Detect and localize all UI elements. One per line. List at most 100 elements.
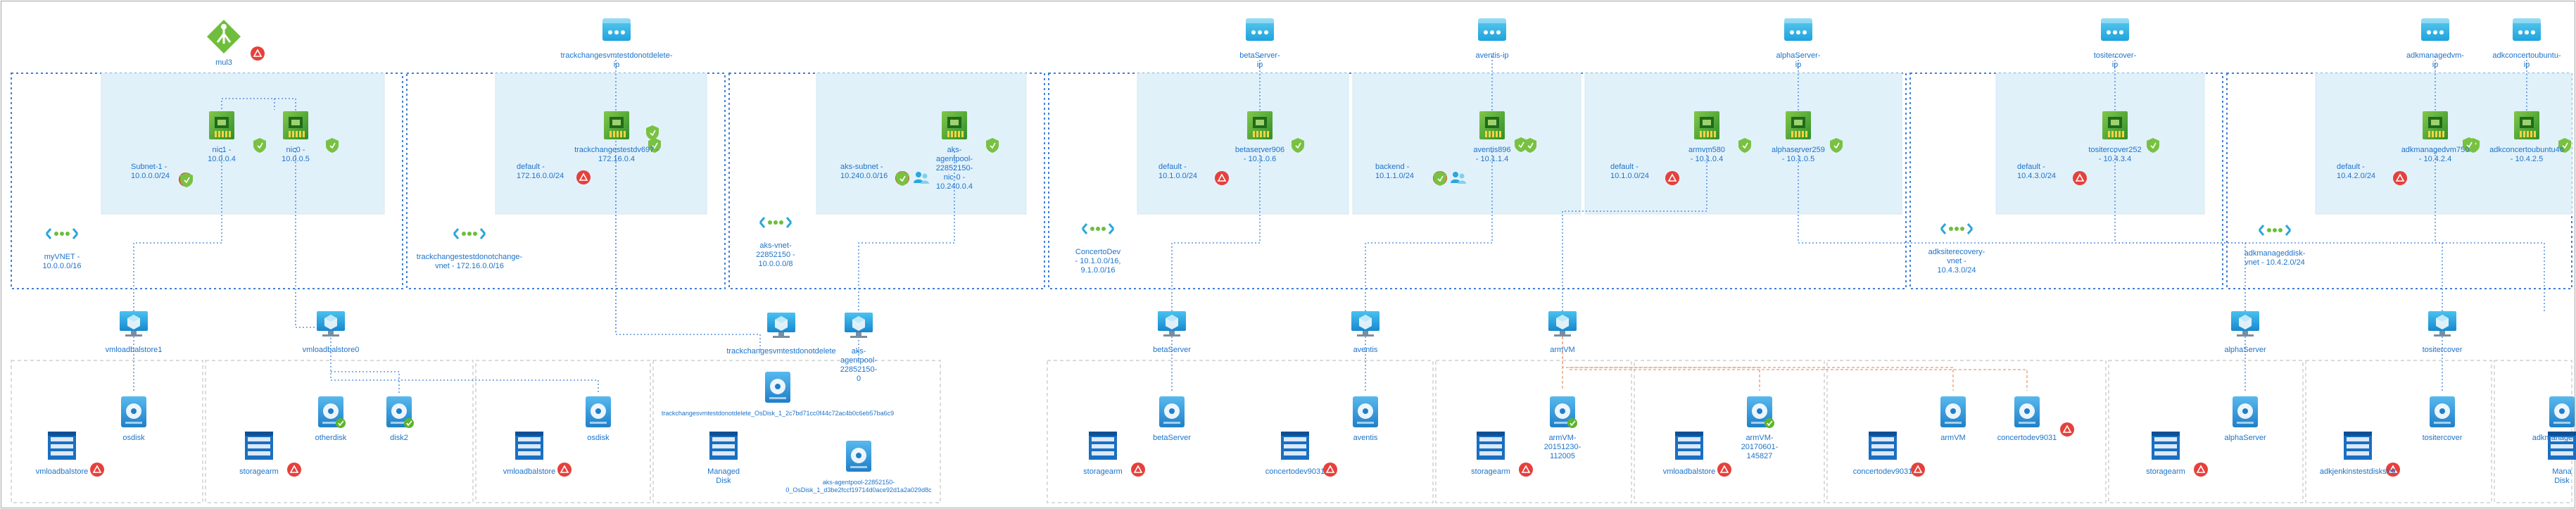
label-line: aks-subnet - <box>840 163 883 171</box>
label-line: Disk <box>716 477 731 485</box>
public-ip-icon[interactable] <box>1246 18 1274 41</box>
alert-icon[interactable] <box>2194 463 2208 477</box>
network-interface-icon[interactable] <box>1694 111 1719 139</box>
alert-icon[interactable] <box>557 463 572 477</box>
network-interface-icon[interactable] <box>942 111 967 139</box>
alert-icon[interactable] <box>1215 171 1229 185</box>
managed-disk-icon[interactable] <box>1353 396 1378 427</box>
network-interface-icon[interactable] <box>2514 111 2539 139</box>
subnet-box <box>1995 73 2205 215</box>
alert-icon[interactable] <box>2060 422 2074 436</box>
label-line: default - <box>1158 163 1187 171</box>
network-interface-icon[interactable] <box>283 111 308 139</box>
virtual-machine-icon[interactable] <box>2428 311 2456 337</box>
virtual-network-icon[interactable] <box>45 228 79 239</box>
virtual-machine-icon[interactable] <box>2231 311 2259 337</box>
group-box <box>1435 360 1632 503</box>
virtual-machine-icon[interactable] <box>1351 311 1379 337</box>
healthy-check-icon[interactable] <box>1764 418 1774 428</box>
storage-account-icon[interactable] <box>1281 432 1309 460</box>
alert-icon[interactable] <box>1717 463 1731 477</box>
virtual-network-icon[interactable] <box>1940 223 1974 234</box>
group-box <box>2305 360 2492 503</box>
storage-account-icon[interactable] <box>2152 432 2180 460</box>
disk-label: armVM-20151230-112005 <box>1544 434 1581 460</box>
public-ip-icon[interactable] <box>2513 18 2541 41</box>
load-balancer-icon[interactable] <box>207 20 241 54</box>
managed-disk-icon[interactable] <box>2549 396 2575 427</box>
storage-account-icon[interactable] <box>515 432 543 460</box>
label-line: - 10.4.2.4 <box>2419 155 2451 163</box>
virtual-machine-icon[interactable] <box>1158 311 1186 337</box>
storage-account-icon[interactable] <box>1869 432 1897 460</box>
disk-label: armVM <box>1940 434 1965 442</box>
storage-account-icon[interactable] <box>1089 432 1117 460</box>
label-line: - 10.4.2.5 <box>2511 155 2543 163</box>
alert-icon[interactable] <box>1323 463 1337 477</box>
top-node-label: adkmanagedvm-ip <box>2406 51 2464 69</box>
managed-disk-icon[interactable] <box>765 372 790 403</box>
storage-account-icon[interactable] <box>709 432 738 460</box>
virtual-machine-icon[interactable] <box>845 313 873 338</box>
label-line: storagearm <box>1083 467 1123 476</box>
healthy-check-icon[interactable] <box>404 418 414 428</box>
network-interface-icon[interactable] <box>1479 111 1505 139</box>
alert-icon[interactable] <box>2393 171 2407 185</box>
alert-icon[interactable] <box>1131 463 1145 477</box>
label-line: 10.0.0.0/24 <box>131 172 170 180</box>
managed-disk-icon[interactable] <box>846 441 871 472</box>
virtual-network-icon[interactable] <box>2258 225 2292 236</box>
storage-account-icon[interactable] <box>245 432 273 460</box>
public-ip-icon[interactable] <box>1478 18 1506 41</box>
alert-icon[interactable] <box>576 170 591 184</box>
virtual-machine-icon[interactable] <box>1548 311 1577 337</box>
storage-account-icon[interactable] <box>1675 432 1703 460</box>
label-line: 10.0.0.4 <box>208 155 236 163</box>
connector <box>1570 367 1760 391</box>
network-interface-icon[interactable] <box>2102 111 2128 139</box>
vm-label: vmloadbalstore0 <box>303 346 360 354</box>
managed-disk-icon[interactable] <box>1159 396 1185 427</box>
public-ip-icon[interactable] <box>2421 18 2449 41</box>
label-line: default - <box>517 163 545 171</box>
storage-account-icon[interactable] <box>2344 432 2372 460</box>
network-interface-icon[interactable] <box>1786 111 1811 139</box>
network-interface-icon[interactable] <box>604 111 629 139</box>
alert-icon[interactable] <box>90 463 104 477</box>
alert-icon[interactable] <box>287 463 301 477</box>
label-line: 112005 <box>1550 452 1575 460</box>
network-interface-icon[interactable] <box>1247 111 1273 139</box>
label-line: concertodev9031 <box>1853 467 1912 476</box>
virtual-machine-icon[interactable] <box>317 311 345 337</box>
virtual-machine-icon[interactable] <box>120 311 148 337</box>
alert-icon[interactable] <box>1911 463 1925 477</box>
managed-disk-icon[interactable] <box>586 396 611 427</box>
public-ip-icon[interactable] <box>602 18 631 41</box>
network-interface-icon[interactable] <box>2423 111 2448 139</box>
alert-icon[interactable] <box>2073 171 2087 185</box>
alert-icon[interactable] <box>1519 463 1533 477</box>
public-ip-icon[interactable] <box>1784 18 1812 41</box>
label-line: 22852150 - <box>756 251 795 259</box>
storage-account-icon[interactable] <box>1477 432 1505 460</box>
storage-account-icon[interactable] <box>48 432 76 460</box>
virtual-machine-icon[interactable] <box>767 313 795 338</box>
vnet-label: adksiterecovery-vnet -10.4.3.0/24 <box>1928 248 1985 275</box>
label-line: vmloadbalstore <box>36 467 89 476</box>
vm-label: aks-agentpool-22852150-0 <box>840 347 878 383</box>
healthy-check-icon[interactable] <box>336 418 346 428</box>
virtual-network-icon[interactable] <box>1081 223 1115 234</box>
virtual-network-icon[interactable] <box>759 217 793 228</box>
alert-icon[interactable] <box>251 46 265 61</box>
managed-disk-icon[interactable] <box>2014 396 2040 427</box>
vnet-label: ConcertoDev - 10.1.0.0/16, 9.1.0.0/16 <box>1075 248 1121 275</box>
managed-disk-icon[interactable] <box>2233 396 2258 427</box>
managed-disk-icon[interactable] <box>121 396 146 427</box>
managed-disk-icon[interactable] <box>1940 396 1966 427</box>
virtual-network-icon[interactable] <box>453 228 486 239</box>
public-ip-icon[interactable] <box>2101 18 2129 41</box>
managed-disk-icon[interactable] <box>2430 396 2455 427</box>
alert-icon[interactable] <box>1665 171 1679 185</box>
network-interface-icon[interactable] <box>209 111 234 139</box>
healthy-check-icon[interactable] <box>1567 418 1577 428</box>
